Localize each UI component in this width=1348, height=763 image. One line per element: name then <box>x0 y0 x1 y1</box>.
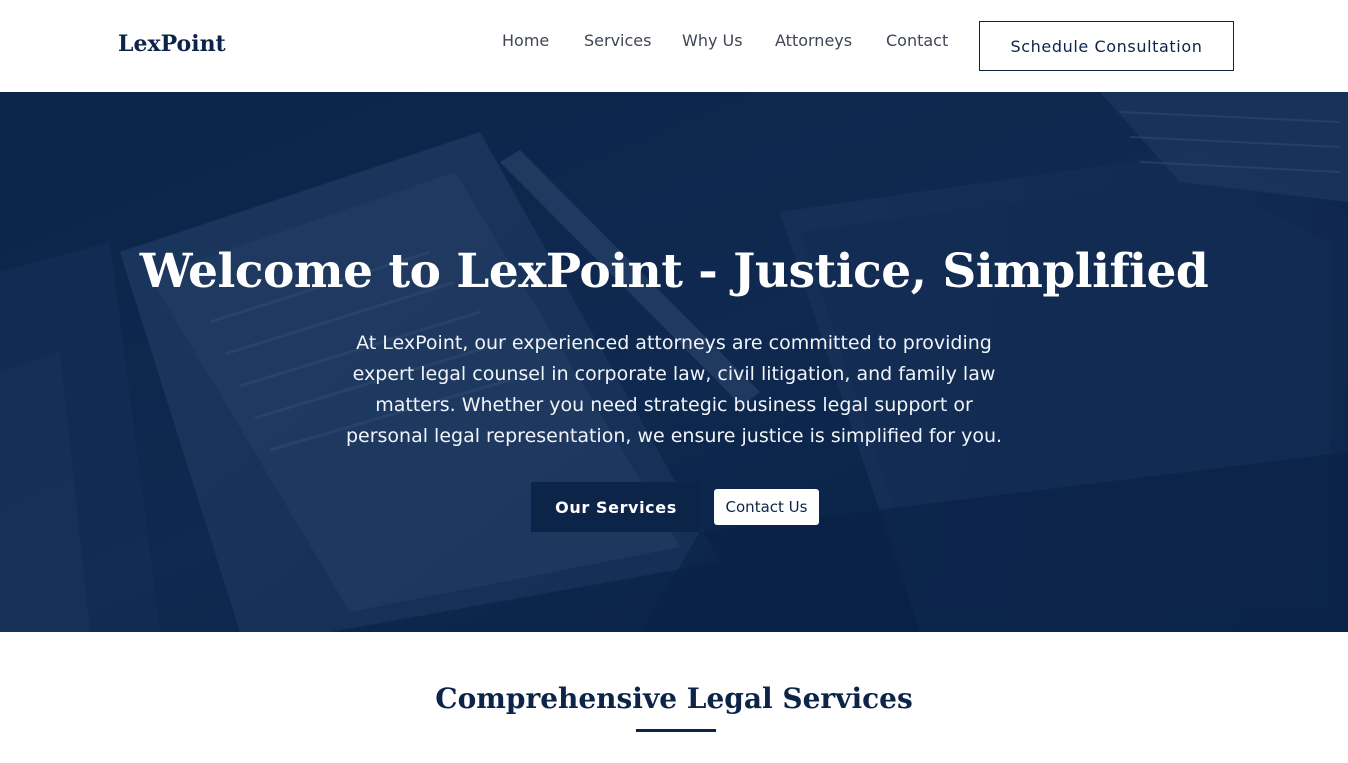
services-section-title: Comprehensive Legal Services <box>435 682 913 715</box>
site-logo[interactable]: LexPoint <box>118 31 226 57</box>
hero-title: Welcome to LexPoint - Justice, Simplifie… <box>139 244 1209 299</box>
nav-item-home[interactable]: Home <box>502 31 549 50</box>
contact-us-button[interactable]: Contact Us <box>713 488 820 526</box>
hero-description: At LexPoint, our experienced attorneys a… <box>345 332 1003 447</box>
site-header: LexPoint Home Services Why Us Attorneys … <box>0 0 1348 92</box>
section-title-underline <box>636 729 716 732</box>
hero-section: Welcome to LexPoint - Justice, Simplifie… <box>0 92 1348 632</box>
nav-item-contact[interactable]: Contact <box>886 31 948 50</box>
nav-item-services[interactable]: Services <box>584 31 651 50</box>
our-services-button[interactable]: Our Services <box>531 482 701 532</box>
schedule-consultation-button[interactable]: Schedule Consultation <box>979 21 1234 71</box>
nav-item-attorneys[interactable]: Attorneys <box>775 31 852 50</box>
nav-item-why-us[interactable]: Why Us <box>682 31 743 50</box>
